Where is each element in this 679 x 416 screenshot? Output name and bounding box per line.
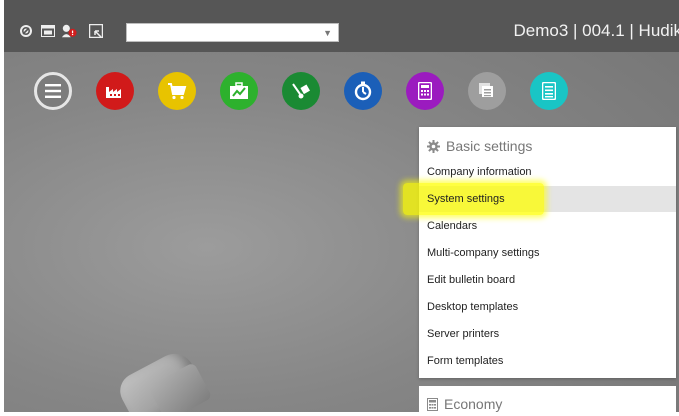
briefcase-chart-icon xyxy=(230,82,248,99)
stacked-documents-icon xyxy=(479,83,493,97)
calculator-icon xyxy=(427,397,438,411)
warehouse-module-button[interactable] xyxy=(282,72,320,110)
report-list-icon xyxy=(542,82,556,100)
module-bar xyxy=(4,72,679,112)
menu-item-company-information[interactable]: Company information xyxy=(419,159,676,185)
sales-module-button[interactable] xyxy=(158,72,196,110)
reports-module-button[interactable] xyxy=(530,72,568,110)
menu-header: Basic settings xyxy=(427,137,532,155)
time-module-button[interactable] xyxy=(344,72,382,110)
menu-item-server-printers[interactable]: Server printers xyxy=(419,321,676,347)
top-bar: ▼ Demo3 | 004.1 | Hudiksv xyxy=(4,0,679,52)
menu-item-calendars[interactable]: Calendars xyxy=(419,213,676,239)
menu-item-form-templates[interactable]: Form templates xyxy=(419,348,676,374)
hand-truck-icon xyxy=(292,83,310,99)
window-icon[interactable] xyxy=(40,23,56,39)
accounting-module-button[interactable] xyxy=(406,72,444,110)
menu-item-multi-company-settings[interactable]: Multi-company settings xyxy=(419,240,676,266)
circle-slash-icon[interactable] xyxy=(18,23,34,39)
basic-settings-menu: Basic settings Company information Calen… xyxy=(419,127,676,378)
gear-icon xyxy=(427,139,440,153)
cart-icon xyxy=(168,83,187,100)
menu-item-desktop-templates[interactable]: Desktop templates xyxy=(419,294,676,320)
window-title: Demo3 | 004.1 | Hudiksv xyxy=(513,21,679,40)
economy-menu-header[interactable]: Economy xyxy=(427,396,502,412)
company-combo[interactable]: ▼ xyxy=(126,23,339,42)
menu-item-system-settings-label: System settings xyxy=(427,193,505,205)
hamburger-icon xyxy=(45,84,61,98)
new-window-icon[interactable] xyxy=(88,23,104,39)
purchasing-module-button[interactable] xyxy=(220,72,258,110)
calculator-icon xyxy=(418,82,432,100)
stopwatch-icon xyxy=(354,81,372,101)
menu-item-edit-bulletin-board[interactable]: Edit bulletin board xyxy=(419,267,676,293)
chevron-down-icon[interactable]: ▼ xyxy=(323,24,332,43)
documents-module-button[interactable] xyxy=(468,72,506,110)
production-module-button[interactable] xyxy=(96,72,134,110)
menu-header-label: Basic settings xyxy=(446,138,533,154)
main-menu-button[interactable] xyxy=(34,72,72,110)
factory-icon xyxy=(106,87,121,98)
alert-user-icon[interactable] xyxy=(61,23,77,39)
economy-menu-label: Economy xyxy=(444,396,503,412)
